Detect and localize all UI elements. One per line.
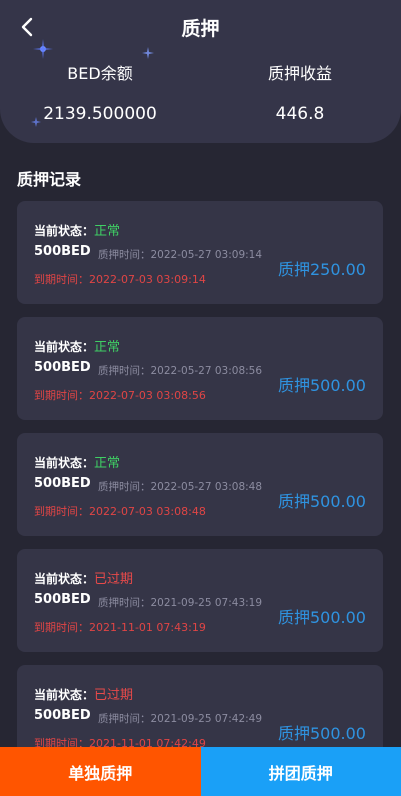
record-amount: 500BED [34,708,91,723]
status-prefix: 当前状态： [34,688,95,702]
start-time: 质押时间：2022-05-27 03:09:14 [98,247,262,262]
status-prefix: 当前状态： [34,456,95,470]
record-card[interactable]: 当前状态：已过期 500BED 质押时间：2021-09-25 07:43:19… [17,549,383,652]
status-prefix: 当前状态： [34,224,95,238]
bed-balance-label: BED余额 [67,64,133,83]
record-amount: 500BED [34,476,91,491]
pledge-income-value: 446.8 [275,104,325,124]
section-title: 质押记录 [17,170,82,189]
status-row: 当前状态：正常 [34,452,120,471]
header-panel: 质押 BED余额 2139.500000 质押收益 446.8 [0,0,401,143]
record-card[interactable]: 当前状态：正常 500BED 质押时间：2022-05-27 03:08:56 … [17,317,383,420]
status-badge: 正常 [94,224,121,239]
pledge-amount: 质押500.00 [278,492,366,511]
expire-prefix: 到期时间： [34,505,89,518]
group-pledge-button[interactable]: 拼团质押 [200,747,401,796]
expire-time: 到期时间：2022-07-03 03:08:56 [34,387,206,403]
expire-prefix: 到期时间： [34,389,89,402]
start-prefix: 质押时间： [98,365,151,377]
pledge-amount: 质押500.00 [278,724,366,743]
bottom-action-bar: 单独质押 拼团质押 [0,747,401,796]
start-prefix: 质押时间： [98,249,151,261]
start-time: 质押时间：2021-09-25 07:43:19 [98,595,262,610]
pledge-income-label: 质押收益 [267,64,332,83]
record-amount: 500BED [34,592,91,607]
status-badge: 正常 [94,340,121,355]
bed-balance-value: 2139.500000 [43,104,157,124]
status-prefix: 当前状态： [34,340,95,354]
start-value: 2021-09-25 07:42:49 [150,713,263,725]
start-prefix: 质押时间： [98,713,151,725]
single-pledge-button[interactable]: 单独质押 [0,747,201,796]
start-value: 2022-05-27 03:09:14 [150,249,263,261]
expire-time: 到期时间：2021-11-01 07:43:19 [34,619,206,635]
record-card[interactable]: 当前状态：正常 500BED 质押时间：2022-05-27 03:09:14 … [17,201,383,304]
expire-time: 到期时间：2022-07-03 03:08:48 [34,503,206,519]
status-prefix: 当前状态： [34,572,95,586]
start-time: 质押时间：2022-05-27 03:08:48 [98,479,262,494]
bed-balance-stat: BED余额 2139.500000 [15,60,185,124]
start-value: 2021-09-25 07:43:19 [150,597,263,609]
expire-prefix: 到期时间： [34,621,89,634]
expire-value: 2022-07-03 03:09:14 [89,273,206,286]
record-amount: 500BED [34,360,91,375]
status-row: 当前状态：已过期 [34,684,133,703]
expire-time: 到期时间：2022-07-03 03:09:14 [34,271,206,287]
status-row: 当前状态：正常 [34,336,120,355]
expire-value: 2022-07-03 03:08:56 [89,389,206,402]
record-list: 当前状态：正常 500BED 质押时间：2022-05-27 03:09:14 … [17,201,383,781]
start-time: 质押时间：2021-09-25 07:42:49 [98,711,262,726]
start-time: 质押时间：2022-05-27 03:08:56 [98,363,262,378]
status-badge: 正常 [94,456,121,471]
pledge-amount: 质押500.00 [278,376,366,395]
status-row: 当前状态：已过期 [34,568,133,587]
expire-value: 2021-11-01 07:43:19 [89,621,206,634]
status-badge: 已过期 [94,572,134,587]
start-prefix: 质押时间： [98,597,151,609]
pledge-income-stat: 质押收益 446.8 [215,60,385,124]
pledge-amount: 质押250.00 [278,260,366,279]
expire-value: 2022-07-03 03:08:48 [89,505,206,518]
status-badge: 已过期 [94,688,134,703]
sparkle-icon [142,47,154,59]
start-value: 2022-05-27 03:08:48 [150,481,263,493]
page-title: 质押 [181,18,220,40]
start-prefix: 质押时间： [98,481,151,493]
start-value: 2022-05-27 03:08:56 [150,365,263,377]
status-row: 当前状态：正常 [34,220,120,239]
pledge-amount: 质押500.00 [278,608,366,627]
expire-prefix: 到期时间： [34,273,89,286]
record-amount: 500BED [34,244,91,259]
record-card[interactable]: 当前状态：正常 500BED 质押时间：2022-05-27 03:08:48 … [17,433,383,536]
